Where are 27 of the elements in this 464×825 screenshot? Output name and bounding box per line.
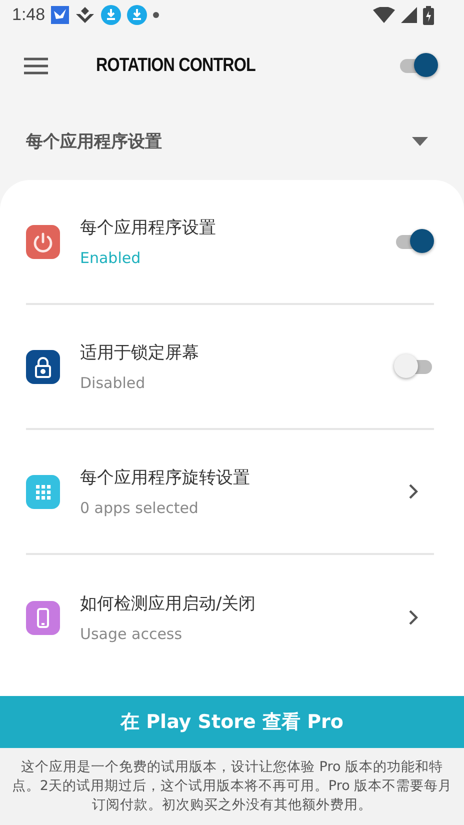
setting-status: 0 apps selected <box>80 499 200 517</box>
setting-status: Usage access <box>80 625 184 643</box>
signal-icon <box>401 7 417 23</box>
wifi-icon <box>373 7 395 23</box>
setting-title: 如何检测应用启动/关闭 <box>80 593 257 615</box>
setting-title: 适用于锁定屏幕 <box>80 342 200 364</box>
caret-icon <box>412 136 428 146</box>
app-title: ROTATION CONTROL <box>96 55 256 77</box>
setting-title: 每个应用程序设置 <box>80 217 217 239</box>
chevron-right-icon[interactable] <box>409 610 418 625</box>
download-icon <box>101 5 122 25</box>
battery-icon <box>423 6 434 24</box>
setting-title: 每个应用程序旋转设置 <box>80 467 251 489</box>
chevron-right-icon[interactable] <box>409 484 418 499</box>
setting-status: Enabled <box>80 249 142 267</box>
section-dropdown[interactable]: 每个应用程序设置 <box>0 102 464 180</box>
toggle-switch[interactable] <box>394 228 434 254</box>
toggle-switch[interactable] <box>394 354 434 380</box>
trial-note: 这个应用是一个免费的试用版本，设计让您体验 Pro 版本的功能和特点。2天的试用期过后，这个试用版本将不再可用。Pro 版本不需要每月订阅付款。初次购买之外没有其他额外费用。 <box>10 758 454 815</box>
download-arrow-icon <box>75 6 96 24</box>
notification-dot-icon <box>153 12 160 18</box>
master-switch[interactable] <box>398 53 438 79</box>
setting-status: Disabled <box>80 374 146 392</box>
bird-app-icon <box>51 6 70 24</box>
status-time: 1:48 <box>12 5 46 25</box>
menu-icon[interactable] <box>24 57 48 75</box>
download-icon <box>127 5 148 25</box>
